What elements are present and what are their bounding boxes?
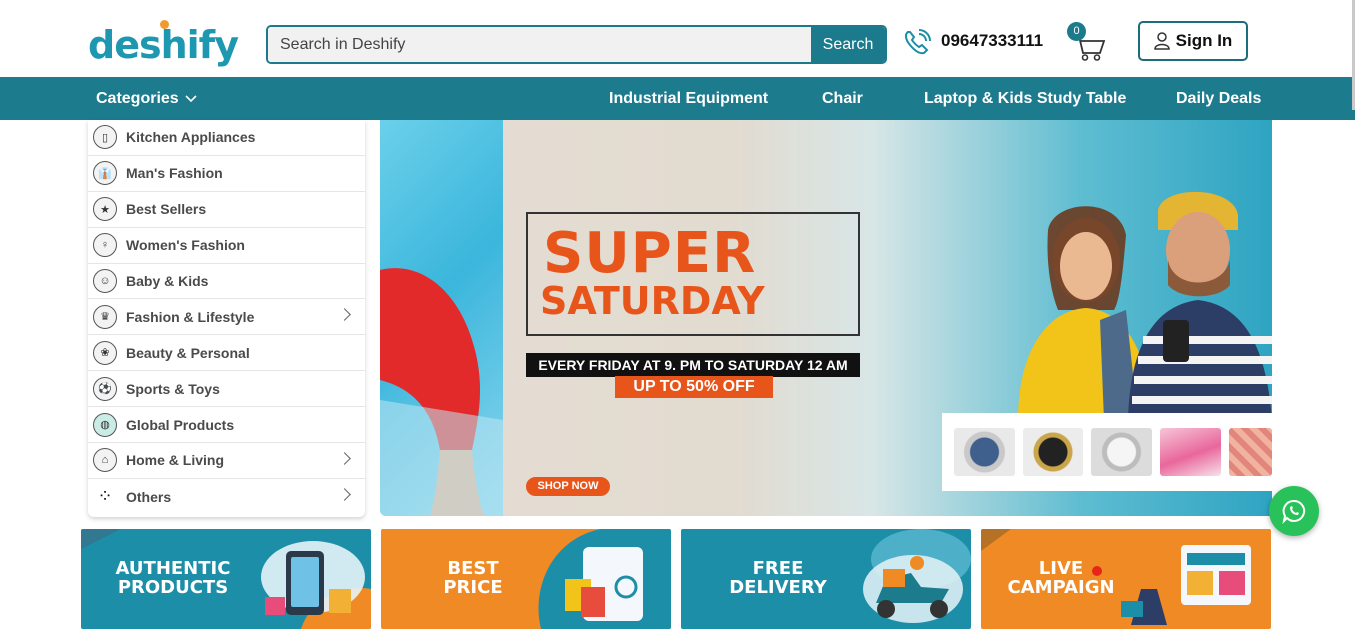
phone-icon [904, 29, 931, 55]
sidebar-item-best-sellers[interactable]: ★ Best Sellers [88, 192, 365, 228]
categories-menu[interactable]: Categories [96, 77, 197, 120]
sidebar-item-fashion-lifestyle[interactable]: ♛ Fashion & Lifestyle [88, 299, 365, 336]
sidebar-item-label: Global Products [126, 416, 235, 433]
watch-thumbnail[interactable] [954, 428, 1015, 476]
watch-thumbnail[interactable] [1022, 428, 1084, 476]
kitchen-icon: ▯ [93, 125, 117, 150]
sidebar-item-label: Home & Living [126, 452, 225, 469]
logo-accent-dot [160, 20, 169, 29]
feature-tile-free-delivery[interactable]: FREE DELIVERY [681, 529, 971, 629]
shop-now-button[interactable]: SHOP NOW [526, 477, 610, 496]
chevron-right-icon [338, 452, 351, 465]
sidebar-item-beauty-personal[interactable]: ❀ Beauty & Personal [88, 335, 365, 372]
product-thumbnail-strip [942, 413, 1272, 491]
nav-item-laptop-kids-study-table[interactable]: Laptop & Kids Study Table [924, 77, 1126, 120]
user-icon [1153, 32, 1170, 50]
trophy-icon: ★ [93, 197, 117, 222]
sidebar-item-home-living[interactable]: ⌂ Home & Living [88, 443, 365, 479]
sidebar-item-label: Kitchen Appliances [126, 129, 256, 146]
feature-authentic-line1: AUTHENTIC [115, 558, 231, 579]
sidebar-item-label: Fashion & Lifestyle [126, 308, 255, 325]
sports-icon: ⚽ [93, 376, 117, 401]
feature-tile-live-campaign[interactable]: LIVE CAMPAIGN [981, 529, 1271, 629]
search-bar: Search [266, 25, 887, 64]
model-red-shirt-image [380, 268, 503, 516]
feature-best-price-line2: PRICE [443, 577, 503, 598]
nav-item-industrial-equipment[interactable]: Industrial Equipment [609, 77, 768, 120]
sidebar-item-global-products[interactable]: ◍ Global Products [88, 407, 365, 444]
previous-slide-peek[interactable] [380, 120, 503, 516]
whatsapp-icon [1282, 499, 1306, 524]
hero-banner-super-saturday[interactable]: SUPER SATURDAY EVERY FRIDAY AT 9. PM TO … [503, 120, 1272, 516]
phone-number[interactable]: 09647333111 [941, 31, 1043, 51]
sidebar-item-others[interactable]: ⁘ Others [88, 479, 365, 515]
sidebar-item-label: Women's Fashion [126, 237, 245, 254]
banner-subtitle: EVERY FRIDAY AT 9. PM TO SATURDAY 12 AM [526, 353, 860, 377]
sign-in-button[interactable]: Sign In [1138, 21, 1248, 61]
feature-free-delivery-line2: DELIVERY [729, 577, 827, 598]
sidebar-item-womens-fashion[interactable]: ♀ Women's Fashion [88, 228, 365, 264]
nav-item-daily-deals[interactable]: Daily Deals [1176, 77, 1261, 120]
globe-icon: ◍ [93, 412, 117, 437]
feature-best-price-line1: BEST [447, 558, 499, 579]
baby-icon: ☺ [93, 269, 117, 293]
search-input[interactable] [268, 27, 811, 62]
feature-live-campaign-line1: LIVE [1038, 558, 1084, 579]
chevron-down-icon [185, 95, 197, 103]
study-table-thumbnail[interactable] [1160, 428, 1221, 476]
banner-title-line2: SATURDAY [540, 279, 765, 323]
mat-thumbnail[interactable] [1228, 428, 1272, 476]
beauty-icon: ❀ [93, 340, 117, 365]
whatsapp-chat-button[interactable] [1269, 486, 1319, 536]
sidebar-item-label: Baby & Kids [126, 273, 209, 289]
site-header: deshify Search 09647333111 0 Sign In [0, 0, 1355, 77]
main-nav: Categories Industrial Equipment Chair La… [0, 77, 1355, 120]
sidebar-item-label: Sports & Toys [126, 380, 220, 397]
chevron-right-icon [338, 488, 351, 501]
feature-live-campaign-line2: CAMPAIGN [1007, 577, 1115, 598]
chevron-right-icon [338, 308, 351, 322]
sign-in-label: Sign In [1175, 31, 1233, 50]
dots-icon: ⁘ [97, 486, 113, 507]
watch-thumbnail[interactable] [1091, 428, 1153, 476]
nav-item-chair[interactable]: Chair [822, 77, 863, 120]
home-icon: ⌂ [93, 448, 117, 473]
sidebar-item-baby-kids[interactable]: ☺ Baby & Kids [88, 264, 365, 300]
sidebar-item-kitchen-appliances[interactable]: ▯ Kitchen Appliances [88, 120, 365, 156]
feature-tile-authentic-products[interactable]: AUTHENTIC PRODUCTS [81, 529, 371, 629]
cart-count-badge: 0 [1067, 22, 1086, 41]
sidebar-item-sports-toys[interactable]: ⚽ Sports & Toys [88, 371, 365, 408]
category-sidebar: ▯ Kitchen Appliances 👔 Man's Fashion ★ B… [88, 120, 365, 517]
shirt-icon: 👔 [93, 161, 117, 186]
sidebar-item-mans-fashion[interactable]: 👔 Man's Fashion [88, 156, 365, 192]
sidebar-item-label: Best Sellers [126, 201, 207, 218]
feature-tile-best-price[interactable]: BEST PRICE [381, 529, 671, 629]
fashion-icon: ♛ [93, 304, 117, 329]
sidebar-item-label: Others [126, 488, 172, 505]
sidebar-item-label: Beauty & Personal [126, 344, 250, 361]
dress-icon: ♀ [93, 233, 117, 258]
happy-couple-image [1018, 191, 1272, 420]
search-button[interactable]: Search [811, 27, 885, 62]
banner-offer: UP TO 50% OFF [615, 376, 773, 398]
sidebar-item-label: Man's Fashion [126, 165, 223, 182]
feature-authentic-line2: PRODUCTS [117, 577, 229, 598]
banner-title-line1: SUPER [543, 221, 757, 286]
categories-label: Categories [96, 90, 179, 107]
feature-free-delivery-line1: FREE [752, 558, 804, 579]
